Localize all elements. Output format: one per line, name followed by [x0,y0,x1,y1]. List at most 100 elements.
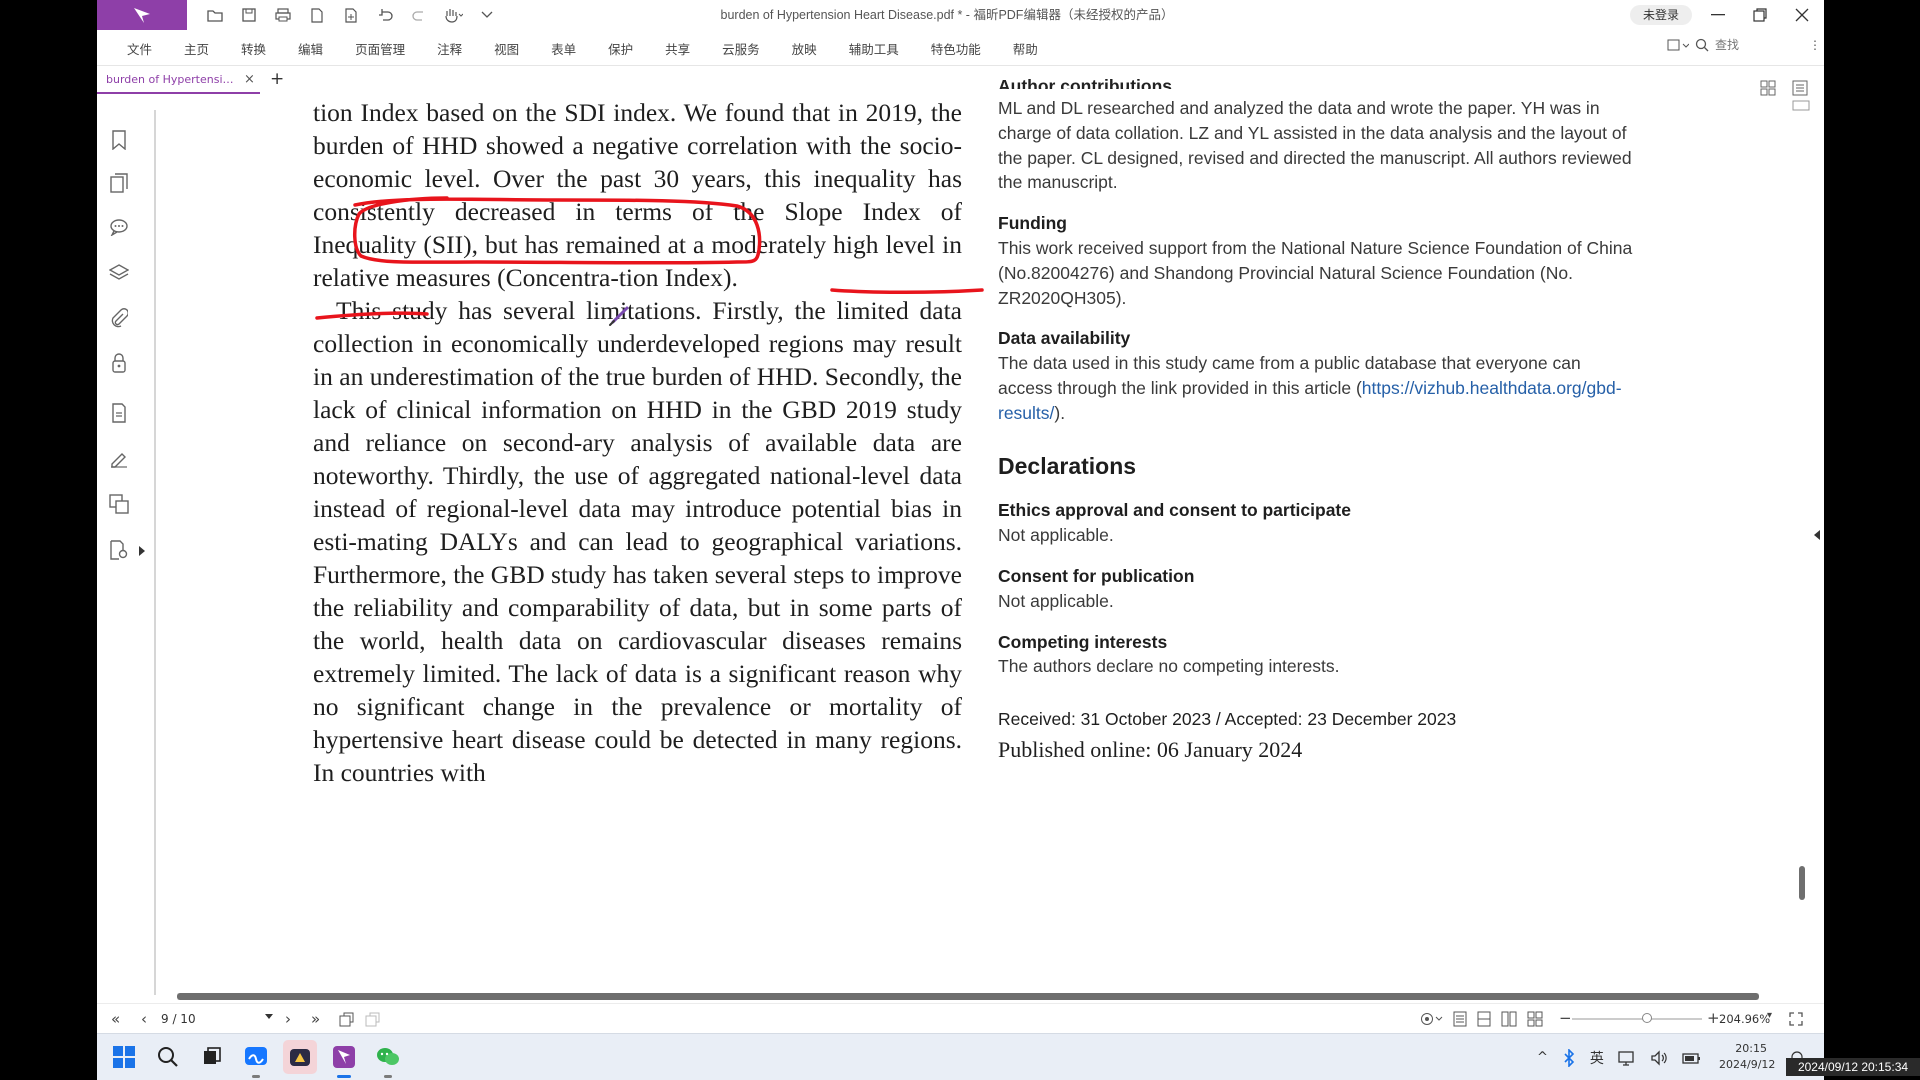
menu-share[interactable]: 共享 [649,39,706,58]
menu-features[interactable]: 特色功能 [915,39,997,58]
menu-file[interactable]: 文件 [111,39,168,58]
new-tab-button[interactable]: + [270,69,284,89]
menu-edit[interactable]: 编辑 [282,39,339,58]
volume-icon[interactable] [1650,1049,1668,1066]
bookmark-icon[interactable] [107,128,131,152]
tray-overflow-icon[interactable]: ^ [1537,1050,1548,1065]
sidebar-expand-icon[interactable] [139,546,145,556]
compare-icon[interactable] [107,492,131,516]
zoom-slider-knob[interactable] [1642,1013,1652,1023]
login-button[interactable]: 未登录 [1630,5,1692,25]
document-properties-icon[interactable] [107,401,131,425]
menu-organize[interactable]: 页面管理 [339,39,421,58]
open-folder-icon[interactable] [202,4,228,26]
new-document-icon[interactable] [304,4,330,26]
search-input[interactable] [1715,38,1775,52]
close-button[interactable] [1781,0,1823,30]
system-tray: ^ 英 [1537,1034,1702,1080]
signature-icon[interactable] [107,446,131,470]
menu-protect[interactable]: 保护 [592,39,649,58]
last-page-icon[interactable]: » [311,1010,320,1028]
task-view-button[interactable] [195,1040,229,1074]
document-tabs: burden of Hypertension... × + [97,66,1824,94]
zoom-level[interactable]: 204.96% [1719,1012,1770,1026]
print-icon[interactable] [270,4,296,26]
data-availability-heading: Data availability [998,328,1131,349]
taskbar-app-screen-recorder[interactable] [283,1040,317,1074]
meeting-app-icon [245,1047,267,1065]
save-icon[interactable] [236,4,262,26]
received-accepted-dates: Received: 31 October 2023 / Accepted: 23… [998,709,1457,730]
customize-toolbar-icon[interactable] [474,4,500,26]
redo-icon[interactable] [406,4,432,26]
battery-icon[interactable] [1682,1050,1702,1066]
taskbar-app-meeting[interactable] [239,1040,273,1078]
menu-comment[interactable]: 注释 [421,39,478,58]
continuous-two-page-icon[interactable] [1527,1011,1543,1027]
grid-view-icon[interactable] [1760,80,1776,96]
document-search-icon[interactable] [107,538,131,562]
menu-view[interactable]: 视图 [478,39,535,58]
more-options-icon[interactable]: ⋮ [1809,38,1821,52]
next-page-icon[interactable]: › [285,1010,291,1028]
rotate-view-icon[interactable] [339,1012,355,1028]
horizontal-scrollbar-thumb[interactable] [177,993,1759,1000]
attachment-icon[interactable] [107,306,131,330]
zoom-slider[interactable] [1572,1018,1702,1020]
vertical-scrollbar-thumb[interactable] [1799,866,1805,900]
taskbar-search-button[interactable] [151,1040,185,1074]
system-clock[interactable]: 20:15 2024/9/12 [1719,1041,1775,1073]
search-icon[interactable] [1695,38,1709,52]
app-logo[interactable] [97,0,187,30]
security-lock-icon[interactable] [107,351,131,375]
menu-form[interactable]: 表单 [535,39,592,58]
author-contributions-text: ML and DL researched and analyzed the da… [998,98,1632,193]
panel-properties-icon[interactable] [1792,80,1808,96]
search-options-icon[interactable] [1667,38,1689,52]
zoom-out-icon[interactable]: − [1559,1009,1572,1027]
menu-help[interactable]: 帮助 [997,39,1054,58]
bluetooth-icon[interactable] [1562,1048,1576,1067]
zoom-in-icon[interactable]: + [1707,1009,1720,1027]
minimize-button[interactable] [1697,0,1739,30]
first-page-icon[interactable]: « [111,1010,120,1028]
single-page-icon[interactable] [1453,1011,1467,1027]
windows-taskbar: ^ 英 20:15 2024/9/12 [97,1033,1824,1080]
continuous-page-icon[interactable] [1477,1011,1491,1027]
tab-document[interactable]: burden of Hypertension... × [97,66,260,94]
pages-thumbnail-icon[interactable] [107,171,131,195]
zoom-dropdown-icon[interactable]: ▾ [1767,1010,1772,1021]
horizontal-scrollbar[interactable] [177,993,1759,1000]
fullscreen-icon[interactable] [1789,1012,1803,1026]
menu-slideshow[interactable]: 放映 [776,39,833,58]
read-mode-icon[interactable] [1420,1012,1444,1026]
task-view-icon [204,1047,221,1064]
two-page-icon[interactable] [1501,1011,1517,1027]
rotate-view-disabled-icon[interactable] [365,1012,381,1028]
tab-close-icon[interactable]: × [244,72,255,87]
network-icon[interactable] [1618,1050,1636,1066]
ime-indicator[interactable]: 英 [1590,1048,1604,1068]
menu-convert[interactable]: 转换 [225,39,282,58]
page-number-input[interactable] [161,1010,259,1028]
restore-button[interactable] [1739,0,1781,30]
start-button[interactable] [107,1040,141,1074]
discussion-paragraph: tion Index based on the SDI index. We fo… [313,98,962,292]
undo-icon[interactable] [372,4,398,26]
right-panel-collapse-icon[interactable] [1814,530,1820,540]
menu-accessibility[interactable]: 辅助工具 [833,39,915,58]
layers-icon[interactable] [107,261,131,285]
menu-cloud[interactable]: 云服务 [706,39,776,58]
hand-tool-icon[interactable] [440,4,466,26]
clock-time: 20:15 [1735,1042,1767,1055]
page-dropdown-icon[interactable] [265,1014,273,1019]
export-icon[interactable] [338,4,364,26]
ethics-heading: Ethics approval and consent to participa… [998,500,1351,521]
taskbar-app-wechat[interactable] [371,1040,405,1078]
menu-bar: 文件 主页 转换 编辑 页面管理 注释 视图 表单 保护 共享 云服务 放映 辅… [97,30,1824,66]
taskbar-app-foxit-pdf[interactable] [327,1040,361,1078]
previous-page-icon[interactable]: ‹ [141,1010,147,1028]
comments-icon[interactable] [107,215,131,239]
panel-toggle-icon[interactable] [1792,100,1810,112]
menu-home[interactable]: 主页 [168,39,225,58]
